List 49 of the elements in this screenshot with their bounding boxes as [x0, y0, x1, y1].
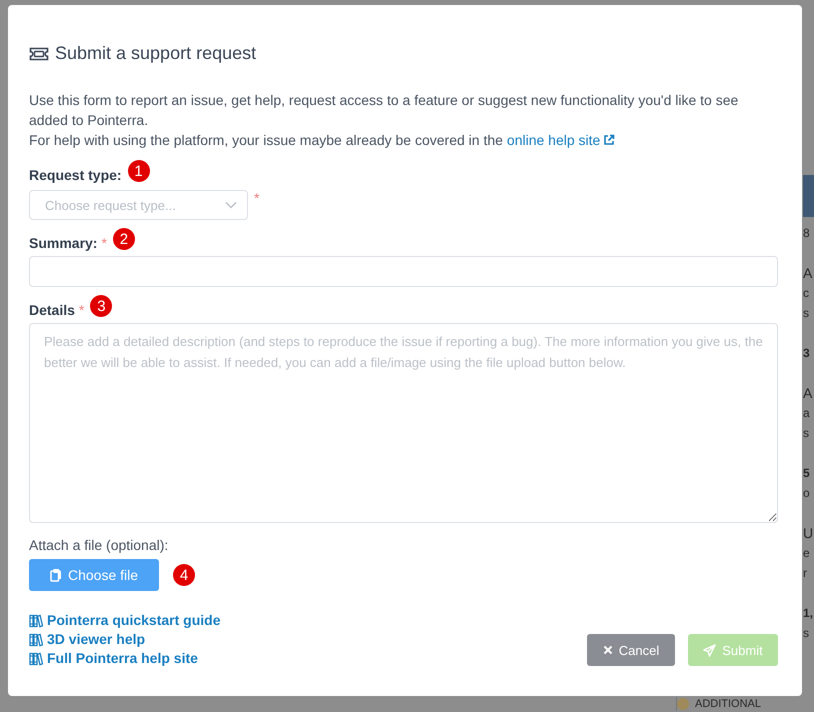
summary-field[interactable]	[29, 256, 778, 287]
field-label: Request type:	[29, 167, 122, 183]
copy-icon	[50, 568, 62, 582]
ticket-icon	[29, 46, 49, 60]
cancel-button[interactable]: Cancel	[587, 634, 675, 666]
header-bar	[803, 175, 814, 217]
page-text: a	[803, 405, 811, 422]
help-site-link[interactable]: online help site	[506, 132, 616, 148]
page-text: s	[803, 305, 810, 322]
page-text: e	[803, 545, 811, 562]
page-text: 3	[803, 345, 811, 362]
required-mark: *	[101, 235, 107, 251]
page-text: c	[803, 285, 810, 302]
page-text: A	[803, 384, 814, 403]
page-text: A	[803, 264, 814, 283]
number-marker: 4	[173, 564, 195, 586]
choose-file-button[interactable]: Choose file	[29, 559, 159, 591]
page-text: o	[803, 485, 811, 502]
attach-label: Attach a file (optional):	[29, 537, 170, 553]
external-link-icon	[603, 134, 616, 146]
page-text: r	[803, 565, 808, 582]
number-marker: 2	[112, 228, 135, 250]
intro-text: Use this form to report an issue, get help, request access to a feature or suggest new functionality you'd like to see added to Pointerra.	[29, 91, 740, 130]
section-heading: ADDITIONAL	[695, 697, 762, 711]
page-text: 1,	[803, 605, 814, 622]
books-icon	[29, 632, 43, 646]
page-text: 5	[803, 465, 811, 482]
paper-plane-icon	[703, 644, 716, 656]
help-text: For help with using the platform, your issue maybe already be covered in the	[29, 132, 503, 148]
number-marker: 1	[128, 160, 150, 182]
dialog-title: Submit a support request	[55, 43, 256, 64]
help-link[interactable]: Full Pointerra help site	[29, 649, 220, 668]
details-field[interactable]: Please add a detailed description (and steps to reproduce the issue if reporting a bug). The more information you give us, the better we will be able to assist. If needed, you can add a file/image using the file upload button below.	[29, 323, 778, 523]
help-link[interactable]: Pointerra quickstart guide	[29, 611, 220, 630]
books-icon	[29, 614, 43, 628]
required-mark: *	[78, 302, 84, 318]
field-label: Details	[29, 302, 75, 318]
close-icon	[602, 645, 613, 655]
chevron-down-icon	[225, 201, 237, 209]
page-text: U	[803, 524, 814, 543]
page-text: s	[803, 625, 810, 642]
page-text: s	[803, 425, 810, 442]
status-dot-icon	[677, 698, 689, 710]
books-icon	[29, 652, 43, 666]
help-link[interactable]: 3D viewer help	[29, 630, 220, 649]
required-mark: *	[254, 190, 260, 206]
page-text: 8	[803, 225, 811, 242]
number-marker: 3	[90, 295, 112, 317]
field-label: Summary:	[29, 235, 98, 251]
